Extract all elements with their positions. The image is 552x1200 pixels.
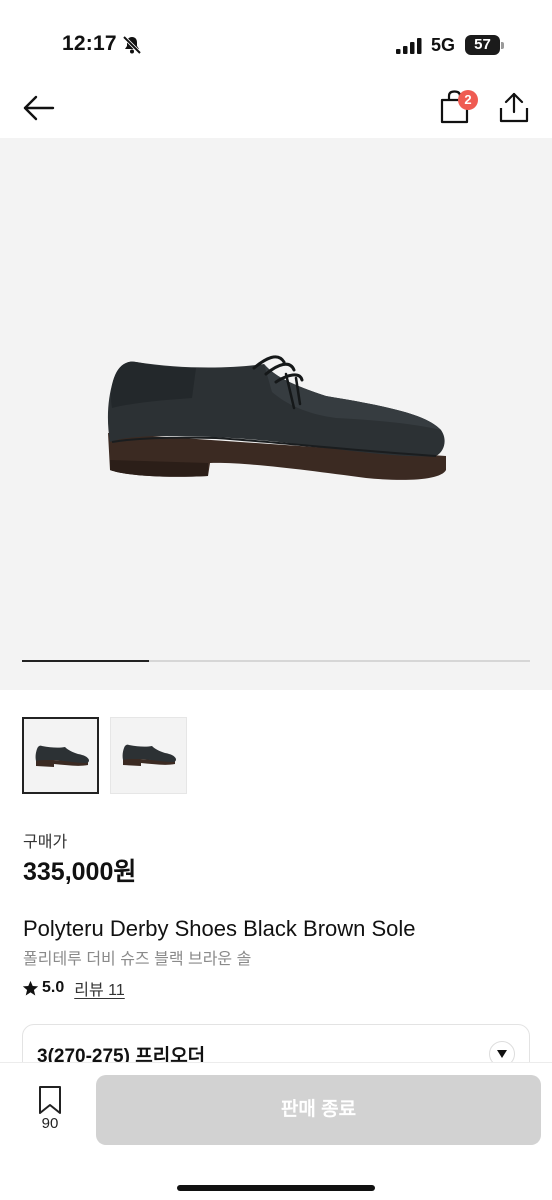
carousel-progress-bar bbox=[22, 660, 149, 662]
carousel-progress-track bbox=[22, 660, 530, 662]
thumbnail-image bbox=[35, 745, 89, 767]
product-image bbox=[107, 355, 446, 480]
home-indicator bbox=[177, 1185, 375, 1191]
price-value: 335,000원 bbox=[23, 858, 137, 886]
bookmark-button[interactable]: 90 bbox=[28, 1083, 72, 1139]
review-link[interactable]: 리뷰 11 bbox=[74, 976, 125, 1000]
product-subtitle: 폴리테루 더비 슈즈 블랙 브라운 솔 bbox=[23, 951, 252, 968]
bookmark-count: 90 bbox=[41, 1115, 59, 1132]
share-icon[interactable] bbox=[496, 90, 532, 126]
thumbnail-image bbox=[122, 744, 176, 766]
battery-level: 57 bbox=[474, 36, 491, 53]
sale-ended-button[interactable]: 판매 종료 bbox=[96, 1075, 541, 1145]
bottom-action-bar: 90 판매 종료 bbox=[0, 1062, 552, 1200]
thumbnail-1[interactable] bbox=[22, 717, 99, 794]
price-label: 구매가 bbox=[23, 834, 68, 851]
star-icon bbox=[22, 980, 39, 995]
rating-row: 5.0 리뷰 11 bbox=[22, 977, 125, 999]
status-bar: 12:17 5G 57 bbox=[0, 0, 552, 80]
product-image-carousel[interactable] bbox=[0, 138, 552, 690]
rating-value: 5.0 bbox=[42, 979, 65, 996]
battery-icon: 57 bbox=[465, 35, 505, 55]
status-time: 12:17 bbox=[62, 32, 117, 55]
thumbnail-2[interactable] bbox=[110, 717, 187, 794]
product-title: Polyteru Derby Shoes Black Brown Sole bbox=[23, 916, 416, 941]
signal-icon bbox=[396, 38, 422, 54]
cart-count-badge: 2 bbox=[458, 90, 478, 110]
arrow-left-icon[interactable] bbox=[20, 90, 58, 126]
bell-slash-icon bbox=[122, 35, 142, 55]
bookmark-icon bbox=[39, 1086, 61, 1114]
network-label: 5G bbox=[431, 35, 456, 55]
